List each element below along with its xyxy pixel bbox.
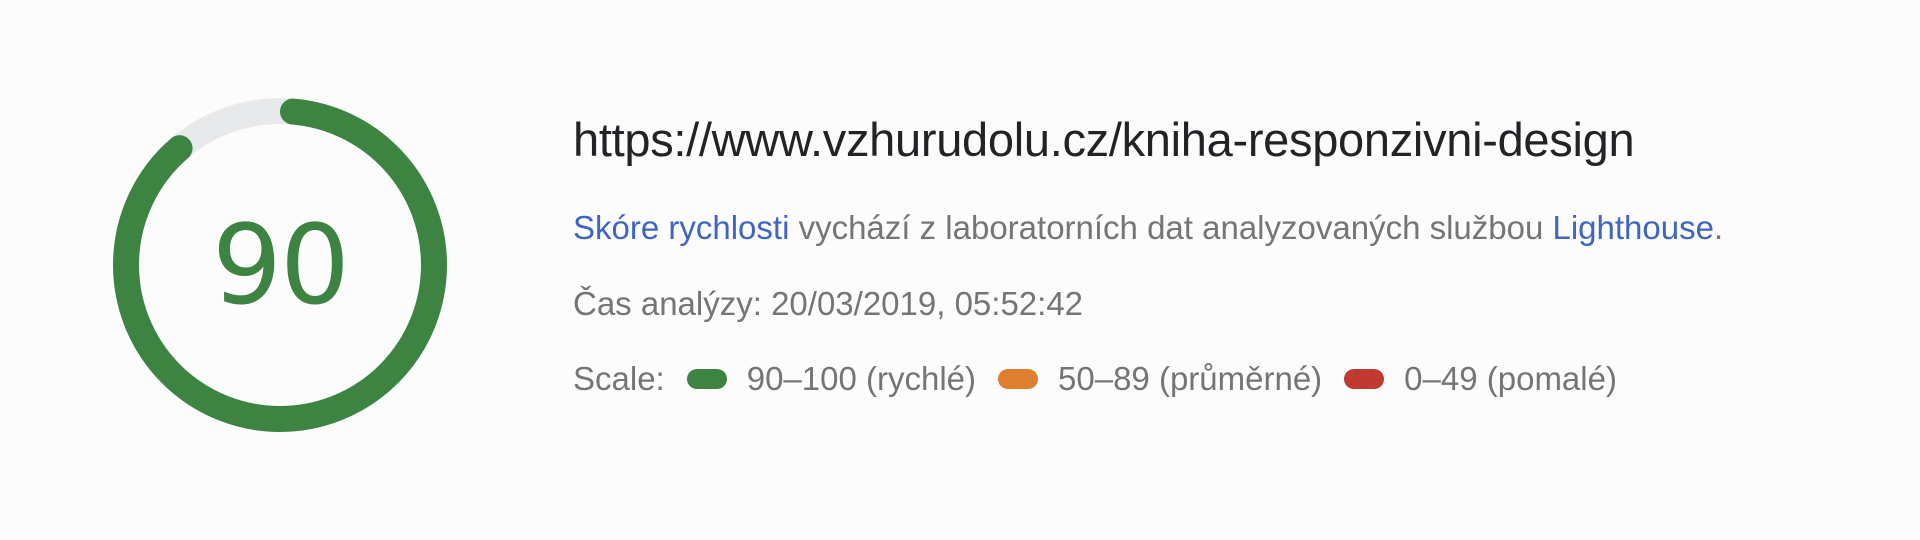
analyzed-url: https://www.vzhurudolu.cz/kniha-responzi… bbox=[573, 113, 1635, 166]
scale-label: Scale: bbox=[573, 360, 665, 397]
analysis-time: Čas analýzy: 20/03/2019, 05:52:42 bbox=[573, 285, 1084, 322]
description-period: . bbox=[1713, 209, 1724, 246]
slow-range-label: 0–49 (pomalé) bbox=[1404, 360, 1617, 397]
lighthouse-link[interactable]: Lighthouse bbox=[1553, 209, 1714, 246]
average-range-swatch bbox=[998, 369, 1039, 389]
fast-range-label: 90–100 (rychlé) bbox=[746, 360, 977, 397]
performance-score-gauge: 90 bbox=[110, 95, 450, 435]
average-range-label: 50–89 (průměrné) bbox=[1058, 360, 1323, 397]
fast-range-swatch bbox=[686, 369, 727, 389]
score-description: Skóre rychlosti vychází z laboratorních … bbox=[573, 209, 1723, 247]
slow-range-swatch bbox=[1344, 369, 1385, 389]
score-scale-legend: Scale: 90–100 (rychlé) 50–89 (průměrné) … bbox=[573, 360, 1639, 398]
score-value: 90 bbox=[212, 201, 350, 329]
performance-score-link[interactable]: Skóre rychlosti bbox=[573, 209, 789, 246]
description-text: vychází z laboratorních dat analyzovanýc… bbox=[789, 209, 1553, 246]
